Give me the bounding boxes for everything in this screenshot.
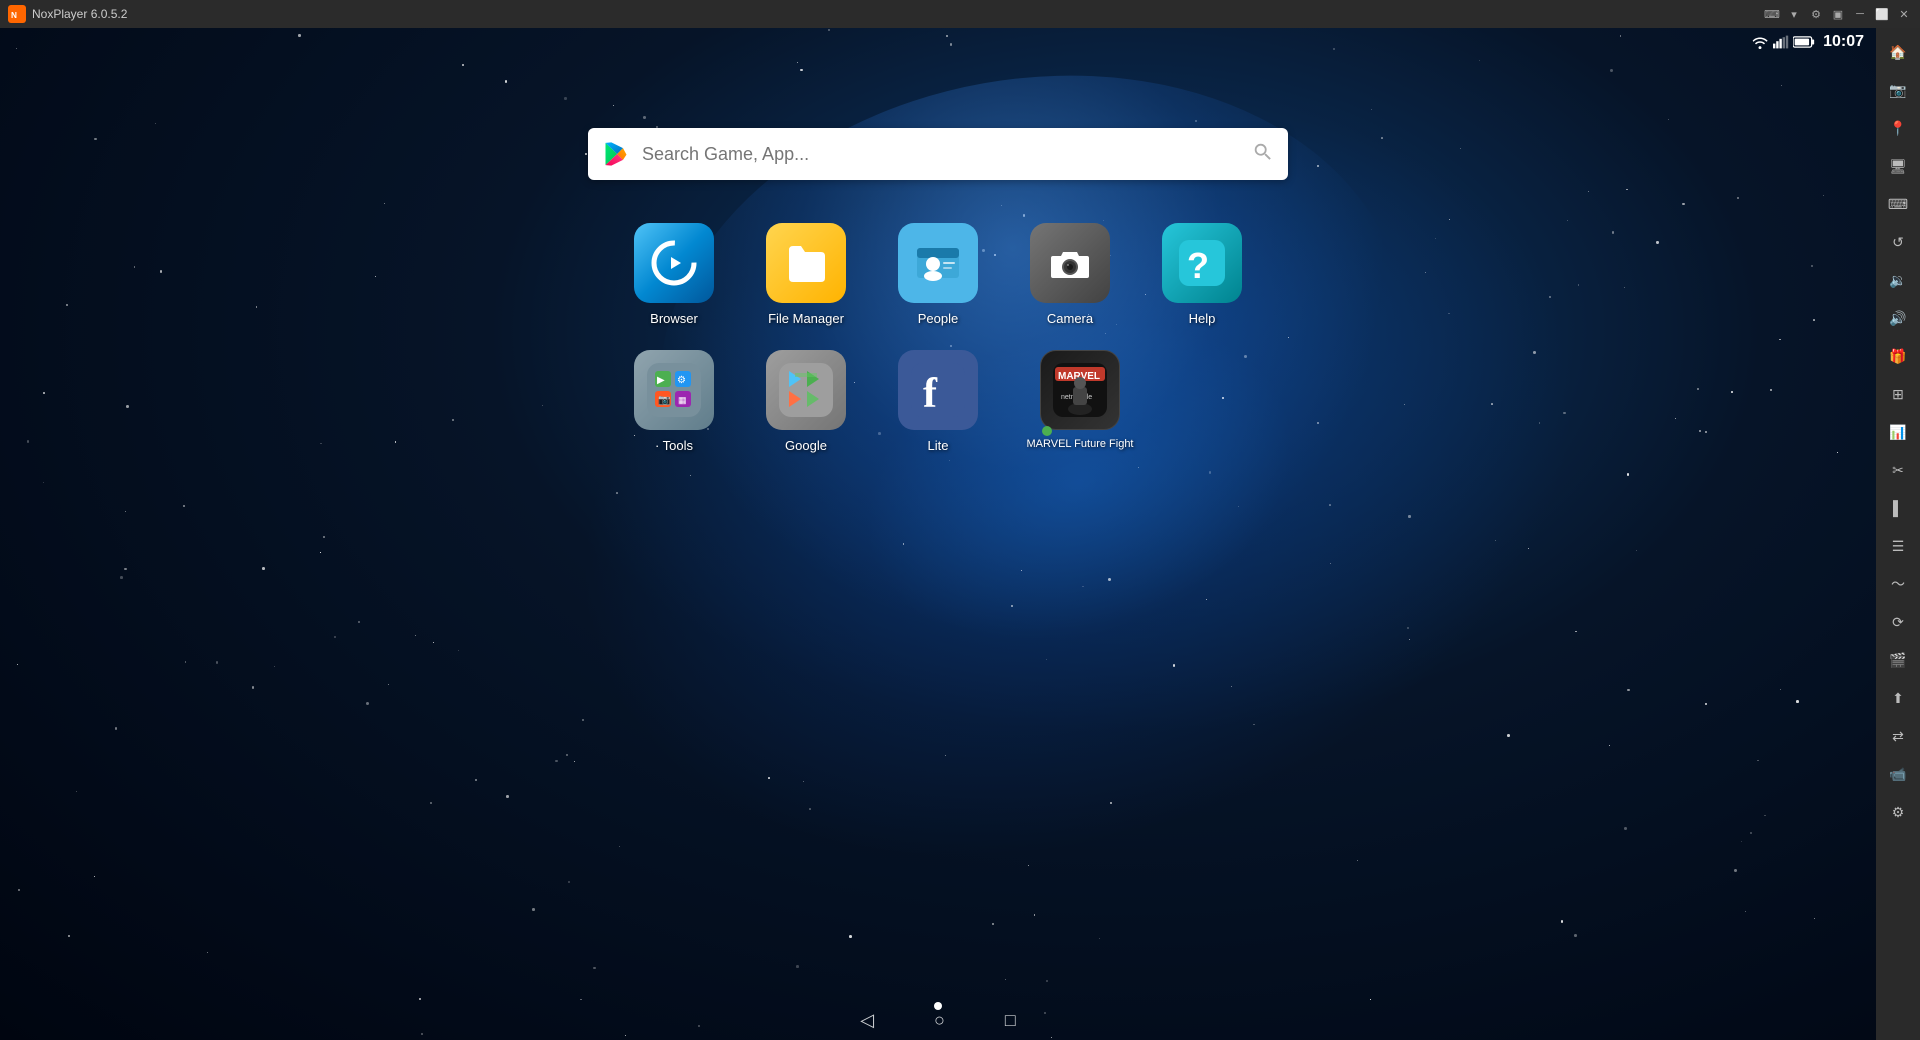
sidebar-volume-up-icon[interactable]: 🔊 — [1880, 300, 1916, 336]
app-people[interactable]: People — [888, 223, 988, 326]
search-input[interactable] — [642, 144, 1252, 165]
lite-label: Lite — [928, 438, 949, 453]
app-tools[interactable]: ▶ ⚙ 📷 ▦ · Tools — [624, 350, 724, 453]
app-file-manager[interactable]: File Manager — [756, 223, 856, 326]
svg-text:▦: ▦ — [678, 395, 687, 405]
signal-icon — [1773, 35, 1789, 49]
sidebar-refresh-icon[interactable]: ⟳ — [1880, 604, 1916, 640]
app-camera[interactable]: Camera — [1020, 223, 1120, 326]
android-screen: 10:07 — [0, 28, 1876, 1040]
svg-text:⚙: ⚙ — [677, 375, 686, 386]
back-button[interactable]: ◁ — [860, 1010, 874, 1031]
app-browser[interactable]: Browser — [624, 223, 724, 326]
sidebar-volume-down-icon[interactable]: 🔉 — [1880, 262, 1916, 298]
svg-text:f: f — [923, 371, 938, 417]
file-manager-icon — [766, 223, 846, 303]
recents-button[interactable]: □ — [1005, 1010, 1016, 1031]
svg-text:▶: ▶ — [657, 375, 665, 386]
nox-logo: N — [8, 5, 26, 23]
sidebar-sync-icon[interactable]: ⇄ — [1880, 718, 1916, 754]
status-icons: 10:07 — [1751, 33, 1864, 51]
search-bar[interactable] — [588, 128, 1288, 180]
marvel-icon: MARVEL netmarble — [1040, 350, 1120, 430]
bottom-nav: ◁ ○ □ — [0, 1000, 1876, 1040]
play-store-icon — [602, 140, 630, 168]
sidebar-bar-icon[interactable]: ▌ — [1880, 490, 1916, 526]
sidebar-screen-icon[interactable]: 🖥 — [1880, 148, 1916, 184]
sidebar-chart-icon[interactable]: 📊 — [1880, 414, 1916, 450]
sidebar-grid-icon[interactable]: ⊞ — [1880, 376, 1916, 412]
marvel-notification-dot — [1042, 426, 1052, 436]
help-icon: ? — [1162, 223, 1242, 303]
home-button[interactable]: ○ — [934, 1010, 945, 1031]
titlebar-controls: ⌨ ▾ ⚙ ▣ ─ ⬜ ✕ — [1764, 6, 1912, 22]
sidebar-menu-icon[interactable]: ☰ — [1880, 528, 1916, 564]
battery-icon — [1793, 35, 1815, 49]
wifi-icon — [1751, 35, 1769, 49]
google-label: Google — [785, 438, 827, 453]
sidebar-location-icon[interactable]: 📍 — [1880, 110, 1916, 146]
sidebar-home-icon[interactable]: 🏠 — [1880, 34, 1916, 70]
svg-text:?: ? — [1187, 245, 1209, 286]
arrow-down-icon[interactable]: ▾ — [1786, 6, 1802, 22]
restore-icon[interactable]: ⬜ — [1874, 6, 1890, 22]
app-lite[interactable]: f Lite — [888, 350, 988, 453]
browser-icon — [634, 223, 714, 303]
google-icon — [766, 350, 846, 430]
app-help[interactable]: ? Help — [1152, 223, 1252, 326]
titlebar: N NoxPlayer 6.0.5.2 ⌨ ▾ ⚙ ▣ ─ ⬜ ✕ — [0, 0, 1920, 28]
right-sidebar: 🏠 📷 📍 🖥 ⌨ ↺ 🔉 🔊 🎁 ⊞ 📊 ✂ ▌ ☰ 〜 ⟳ 🎬 ⬆ — [1876, 28, 1920, 1040]
sidebar-settings-icon[interactable]: ⚙ — [1880, 794, 1916, 830]
app-google[interactable]: Google — [756, 350, 856, 453]
sidebar-video-icon[interactable]: 🎬 — [1880, 642, 1916, 678]
lite-icon: f — [898, 350, 978, 430]
sidebar-screenshot-icon[interactable]: 📷 — [1880, 72, 1916, 108]
sidebar-scissors-icon[interactable]: ✂ — [1880, 452, 1916, 488]
monitor-icon[interactable]: ▣ — [1830, 6, 1846, 22]
sidebar-keyboard-icon[interactable]: ⌨ — [1880, 186, 1916, 222]
close-icon[interactable]: ✕ — [1896, 6, 1912, 22]
tools-icon: ▶ ⚙ 📷 ▦ — [634, 350, 714, 430]
browser-label: Browser — [650, 311, 698, 326]
camera-label: Camera — [1047, 311, 1093, 326]
search-icon[interactable] — [1252, 141, 1274, 168]
people-label: People — [918, 311, 958, 326]
main-area: 10:07 — [0, 28, 1920, 1040]
svg-text:N: N — [11, 11, 17, 20]
tools-label: · Tools — [655, 438, 693, 453]
app-grid: Browser File Manager — [624, 223, 1252, 453]
sidebar-camera-icon[interactable]: 📹 — [1880, 756, 1916, 792]
sidebar-gift-icon[interactable]: 🎁 — [1880, 338, 1916, 374]
titlebar-title-text: NoxPlayer 6.0.5.2 — [32, 7, 127, 21]
sidebar-shake-icon[interactable]: 〜 — [1880, 566, 1916, 602]
sidebar-rotate-icon[interactable]: ↺ — [1880, 224, 1916, 260]
people-icon — [898, 223, 978, 303]
camera-icon — [1030, 223, 1110, 303]
status-time: 10:07 — [1823, 33, 1864, 51]
minimize-icon[interactable]: ─ — [1852, 6, 1868, 22]
app-marvel[interactable]: MARVEL netmarble MARVEL Future Fight — [1020, 350, 1140, 450]
app-row-1: Browser File Manager — [624, 223, 1252, 326]
file-manager-label: File Manager — [768, 311, 844, 326]
status-bar: 10:07 — [0, 28, 1876, 56]
app-row-2: ▶ ⚙ 📷 ▦ · Tools — [624, 350, 1140, 453]
marvel-label: MARVEL Future Fight — [1027, 438, 1134, 450]
help-label: Help — [1189, 311, 1216, 326]
keyboard-icon[interactable]: ⌨ — [1764, 6, 1780, 22]
svg-text:📷: 📷 — [658, 395, 670, 406]
settings-icon[interactable]: ⚙ — [1808, 6, 1824, 22]
sidebar-upload-icon[interactable]: ⬆ — [1880, 680, 1916, 716]
